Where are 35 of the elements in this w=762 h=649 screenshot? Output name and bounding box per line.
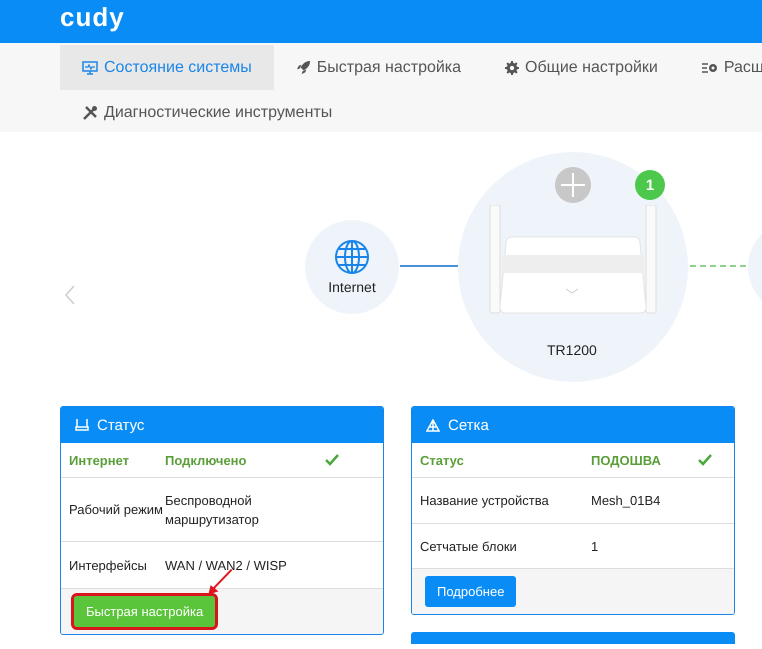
card-title: Статус bbox=[97, 416, 144, 434]
check-icon bbox=[698, 454, 712, 466]
check-icon bbox=[325, 454, 339, 466]
monitor-icon bbox=[82, 60, 98, 74]
nav-tab[interactable]: Общие настройки bbox=[483, 45, 680, 90]
chevron-left-icon[interactable] bbox=[64, 285, 76, 305]
row-value: ПОДОШВА bbox=[591, 452, 662, 470]
node-label: TR1200 bbox=[547, 342, 597, 358]
count-badge: 1 bbox=[635, 170, 665, 200]
node-label: Internet bbox=[328, 279, 376, 295]
row-value: WAN / WAN2 / WISP bbox=[165, 556, 288, 574]
row-label: Интерфейсы bbox=[69, 556, 148, 574]
row-label: Статус bbox=[420, 452, 465, 470]
row-value: Mesh_01B4 bbox=[591, 492, 662, 510]
dashed-connection-line bbox=[690, 265, 746, 267]
gear-icon bbox=[505, 60, 520, 74]
router-icon bbox=[75, 419, 89, 431]
nav-tab[interactable]: Быстрая настройка bbox=[274, 45, 484, 90]
row-label: Название устройства bbox=[420, 492, 550, 510]
card-title: Сетка bbox=[448, 416, 489, 434]
row-label: Сетчатые блоки bbox=[420, 538, 518, 556]
rocket-icon bbox=[296, 60, 311, 75]
internet-node[interactable]: Internet bbox=[305, 220, 399, 314]
row-label: Рабочий режим bbox=[69, 501, 164, 519]
row-value: Беспроводной маршрутизатор bbox=[165, 492, 260, 528]
row-value: Подключено bbox=[165, 452, 248, 470]
mesh-icon bbox=[426, 418, 440, 432]
nav-tab[interactable]: Диагностические инструменты bbox=[60, 90, 354, 135]
row-value: 1 bbox=[591, 538, 600, 556]
logo: cudy bbox=[60, 4, 125, 30]
tools-icon bbox=[82, 104, 98, 120]
settings-list-icon bbox=[702, 62, 718, 74]
row-label: Интернет bbox=[69, 452, 130, 470]
globe-icon bbox=[334, 239, 370, 275]
connection-line bbox=[400, 265, 458, 267]
